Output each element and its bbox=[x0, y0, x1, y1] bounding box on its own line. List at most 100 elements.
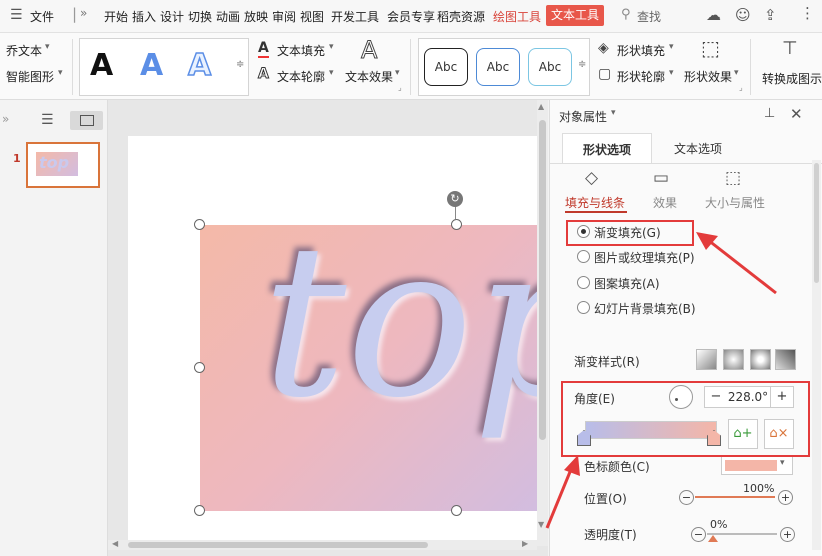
art-text-dropdown-icon[interactable]: ▾ bbox=[45, 42, 50, 52]
radio-pattern-fill[interactable] bbox=[577, 276, 590, 289]
scroll-down-icon[interactable]: ▼ bbox=[538, 520, 544, 529]
pin-icon[interactable]: ⊥ bbox=[764, 106, 775, 121]
position-increase-button[interactable]: + bbox=[778, 490, 793, 505]
radio-slide-background-fill[interactable] bbox=[577, 301, 590, 314]
text-style-blue[interactable]: A bbox=[140, 48, 163, 83]
slide-view-icon bbox=[80, 115, 94, 126]
hamburger-menu-icon[interactable]: ☰ bbox=[10, 7, 23, 23]
transparency-decrease-button[interactable]: − bbox=[691, 527, 706, 542]
menu-docer[interactable]: 稻壳资源 bbox=[437, 8, 485, 25]
shape-fill-button[interactable]: 形状填充 bbox=[617, 42, 665, 59]
text-effect-dropdown-icon[interactable]: ▾ bbox=[395, 68, 400, 78]
expand-panel-icon[interactable]: » bbox=[2, 112, 9, 126]
horizontal-scrollbar-thumb[interactable] bbox=[128, 542, 428, 548]
menu-file[interactable]: 文件 bbox=[30, 8, 54, 25]
stop-color-picker[interactable]: ▾ bbox=[721, 456, 793, 475]
menu-developer[interactable]: 开发工具 bbox=[331, 8, 379, 25]
shape-outline-dropdown-icon[interactable]: ▾ bbox=[669, 68, 674, 78]
tab-text-options[interactable]: 文本选项 bbox=[674, 140, 722, 157]
position-decrease-button[interactable]: − bbox=[679, 490, 694, 505]
subtab-fill-line[interactable]: 填充与线条 bbox=[565, 194, 625, 211]
art-text-button[interactable]: 乔文本 bbox=[6, 42, 42, 59]
resize-handle-bottom[interactable] bbox=[451, 505, 462, 516]
menu-home[interactable]: 开始 bbox=[104, 8, 128, 25]
gallery-expand-icon[interactable]: ≑ bbox=[236, 59, 244, 70]
user-icon[interactable]: ☺ bbox=[735, 6, 751, 24]
collapse-chevron-icon[interactable]: » bbox=[80, 6, 87, 20]
horizontal-scrollbar[interactable]: ◀ ▶ bbox=[108, 539, 537, 550]
subtab-size-properties[interactable]: 大小与属性 bbox=[705, 194, 765, 211]
position-slider-track[interactable] bbox=[695, 496, 775, 498]
shape-effect-button[interactable]: 形状效果 bbox=[684, 68, 732, 85]
menu-member[interactable]: 会员专享 bbox=[387, 8, 435, 25]
resize-handle-bottom-left[interactable] bbox=[194, 505, 205, 516]
text-outline-dropdown-icon[interactable]: ▾ bbox=[329, 68, 334, 78]
share-icon[interactable]: ⇪ bbox=[764, 6, 777, 24]
shape-gallery-expand-icon[interactable]: ≑ bbox=[578, 59, 586, 70]
text-group-launcher-icon[interactable]: ⌟ bbox=[398, 83, 402, 92]
search-label[interactable]: 查找 bbox=[637, 8, 661, 25]
tab-text-tools[interactable]: 文本工具 bbox=[546, 5, 605, 26]
cloud-icon[interactable]: ☁ bbox=[706, 6, 721, 24]
convert-to-diagram-button[interactable]: 转换成图示 bbox=[762, 70, 822, 87]
transparency-slider-thumb[interactable] bbox=[708, 535, 718, 542]
shape-style-blue[interactable]: Abc bbox=[476, 48, 520, 86]
slide-background-fill-label[interactable]: 幻灯片背景填充(B) bbox=[594, 300, 696, 317]
text-fill-dropdown-icon[interactable]: ▾ bbox=[329, 42, 334, 52]
rotate-handle-icon[interactable]: ↻ bbox=[447, 191, 463, 207]
menu-design[interactable]: 设计 bbox=[160, 8, 184, 25]
transparency-value[interactable]: 0% bbox=[710, 518, 727, 531]
position-value[interactable]: 100% bbox=[743, 482, 774, 495]
art-text[interactable]: top bbox=[262, 225, 540, 427]
gradient-radial-icon[interactable] bbox=[723, 349, 744, 370]
vertical-scrollbar-thumb[interactable] bbox=[539, 120, 546, 440]
more-icon[interactable]: ⋮ bbox=[800, 4, 815, 22]
search-icon[interactable]: ⚲ bbox=[621, 7, 631, 22]
pattern-fill-label[interactable]: 图案填充(A) bbox=[594, 275, 660, 292]
outline-view-icon[interactable]: ☰ bbox=[41, 112, 54, 128]
close-icon[interactable]: ✕ bbox=[790, 105, 803, 123]
menu-transition[interactable]: 切换 bbox=[188, 8, 212, 25]
menu-animation[interactable]: 动画 bbox=[216, 8, 240, 25]
gradient-linear-icon[interactable] bbox=[696, 349, 717, 370]
smart-graphic-button[interactable]: 智能图形 bbox=[6, 68, 54, 85]
text-style-outline[interactable]: A bbox=[187, 47, 212, 84]
gradient-path-icon[interactable] bbox=[775, 349, 796, 370]
shape-style-light-blue[interactable]: Abc bbox=[528, 48, 572, 86]
scroll-up-icon[interactable]: ▲ bbox=[538, 102, 544, 111]
shape-fill-dropdown-icon[interactable]: ▾ bbox=[669, 42, 674, 52]
slide-view-button[interactable] bbox=[70, 111, 103, 130]
scroll-left-icon[interactable]: ◀ bbox=[112, 539, 118, 548]
resize-handle-left[interactable] bbox=[194, 362, 205, 373]
menu-insert[interactable]: 插入 bbox=[132, 8, 156, 25]
radio-picture-fill[interactable] bbox=[577, 250, 590, 263]
menu-slideshow[interactable]: 放映 bbox=[244, 8, 268, 25]
shape-group-launcher-icon[interactable]: ⌟ bbox=[739, 83, 743, 92]
menu-view[interactable]: 视图 bbox=[300, 8, 324, 25]
text-outline-button[interactable]: 文本轮廓 bbox=[277, 68, 325, 85]
panel-title[interactable]: 对象属性 bbox=[559, 108, 607, 125]
vertical-scrollbar[interactable]: ▲ ▼ bbox=[537, 100, 548, 546]
smart-graphic-dropdown-icon[interactable]: ▾ bbox=[58, 68, 63, 78]
scroll-right-icon[interactable]: ▶ bbox=[522, 539, 528, 548]
tab-shape-options[interactable]: 形状选项 bbox=[562, 133, 652, 164]
shape-effect-dropdown-icon[interactable]: ▾ bbox=[734, 68, 739, 78]
subtab-effect[interactable]: 效果 bbox=[653, 194, 677, 211]
shape-outline-button[interactable]: 形状轮廓 bbox=[617, 68, 665, 85]
text-effect-button[interactable]: 文本效果 bbox=[345, 68, 393, 85]
picture-fill-label[interactable]: 图片或纹理填充(P) bbox=[594, 249, 695, 266]
panel-scrollbar[interactable] bbox=[812, 160, 821, 550]
panel-scrollbar-thumb[interactable] bbox=[814, 163, 819, 283]
resize-handle-top-left[interactable] bbox=[194, 219, 205, 230]
text-style-black[interactable]: A bbox=[90, 48, 113, 83]
menu-review[interactable]: 审阅 bbox=[272, 8, 296, 25]
text-box-shape[interactable]: top bbox=[200, 225, 540, 511]
tab-drawing-tools[interactable]: 绘图工具 bbox=[493, 8, 541, 25]
gradient-rectangular-icon[interactable] bbox=[750, 349, 771, 370]
text-fill-button[interactable]: 文本填充 bbox=[277, 42, 325, 59]
shape-style-dark[interactable]: Abc bbox=[424, 48, 468, 86]
resize-handle-top[interactable] bbox=[451, 219, 462, 230]
panel-title-dropdown-icon[interactable]: ▾ bbox=[611, 108, 616, 118]
slide-thumbnail[interactable]: top bbox=[26, 142, 100, 188]
transparency-increase-button[interactable]: + bbox=[780, 527, 795, 542]
